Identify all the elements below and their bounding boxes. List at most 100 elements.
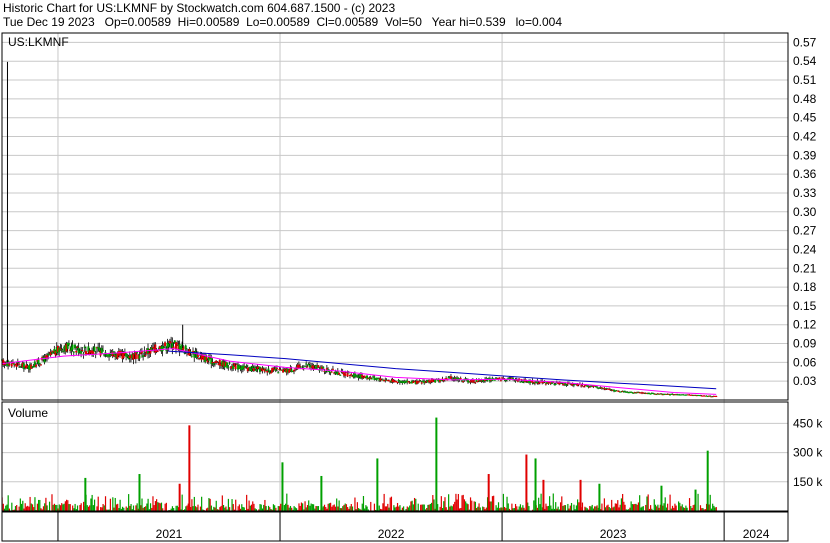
volume-bar — [210, 505, 212, 511]
volume-bar — [466, 503, 468, 511]
volume-bar — [639, 495, 641, 511]
volume-bar — [63, 503, 65, 511]
price-candle — [266, 370, 269, 373]
price-candle — [250, 369, 253, 372]
price-candle — [198, 357, 201, 359]
price-candle — [303, 365, 306, 367]
volume-bar — [309, 505, 311, 511]
volume-bar — [538, 497, 540, 511]
volume-bar — [194, 506, 197, 511]
price-candle — [80, 351, 83, 354]
volume-bar — [114, 497, 116, 511]
volume-bar — [89, 505, 91, 511]
volume-bar — [420, 504, 422, 511]
volume-bar — [83, 501, 85, 511]
volume-bar — [74, 503, 76, 511]
volume-bar — [407, 507, 410, 511]
volume-bar — [288, 507, 290, 511]
volume-bar — [366, 506, 368, 511]
price-candle — [356, 375, 359, 377]
volume-bar — [674, 503, 676, 511]
price-tick-label: 0.15 — [793, 299, 817, 313]
volume-bar — [246, 494, 248, 511]
volume-bar — [465, 501, 467, 511]
volume-bar — [90, 498, 92, 511]
volume-bar — [65, 499, 68, 511]
volume-bar — [522, 505, 524, 511]
volume-bar — [456, 499, 458, 511]
volume-bar — [165, 502, 167, 511]
volume-bar — [214, 507, 216, 511]
price-tick-label: 0.48 — [793, 92, 817, 106]
price-tick-label: 0.18 — [793, 280, 817, 294]
volume-bar — [310, 503, 312, 511]
volume-bar — [376, 458, 379, 511]
volume-bar — [497, 502, 500, 511]
volume-bar — [435, 417, 438, 511]
volume-bar — [500, 507, 502, 511]
volume-bar — [641, 506, 643, 511]
volume-bar — [461, 495, 463, 511]
volume-bar — [511, 503, 513, 511]
volume-bar — [467, 504, 469, 511]
volume-bar — [450, 505, 452, 511]
volume-bar — [415, 498, 417, 511]
price-candle — [407, 381, 410, 383]
price-candle — [519, 381, 522, 383]
volume-bar — [519, 504, 522, 511]
price-candle — [357, 376, 360, 379]
volume-bar — [308, 500, 310, 511]
volume-bar — [286, 493, 288, 511]
volume-bar — [125, 506, 127, 511]
volume-bar — [455, 493, 457, 511]
price-candle — [176, 342, 179, 344]
volume-bar — [84, 477, 87, 511]
price-candle — [267, 368, 270, 370]
volume-bar — [617, 500, 619, 511]
price-candle — [132, 353, 135, 360]
volume-bar — [570, 502, 573, 511]
price-candle — [144, 355, 147, 357]
volume-bar — [439, 506, 441, 511]
volume-bar — [547, 505, 550, 511]
price-candle — [101, 350, 104, 352]
price-candle — [93, 346, 96, 352]
volume-bar — [209, 498, 211, 511]
volume-panel-title: Volume — [8, 406, 48, 420]
volume-bar — [311, 504, 313, 511]
price-candle — [582, 386, 585, 388]
price-candle — [190, 355, 193, 357]
volume-bar — [69, 504, 71, 511]
volume-bar — [300, 502, 303, 511]
volume-bar — [227, 498, 230, 511]
price-candle — [50, 352, 53, 354]
volume-bar — [714, 507, 716, 511]
volume-bar — [630, 501, 632, 511]
volume-bar — [647, 494, 649, 511]
price-candle — [305, 363, 308, 365]
volume-bar — [48, 501, 51, 511]
volume-bar — [320, 475, 323, 511]
volume-bar — [277, 506, 279, 511]
volume-bar — [289, 505, 292, 511]
price-candle — [338, 372, 341, 375]
volume-bar — [188, 425, 191, 511]
volume-bar — [495, 505, 497, 511]
volume-bar — [121, 506, 124, 511]
price-marks — [1, 61, 718, 398]
volume-bar — [409, 505, 411, 511]
volume-bar — [663, 503, 665, 511]
volume-bar — [669, 494, 671, 511]
price-candle — [346, 373, 349, 377]
price-candle — [499, 380, 502, 382]
price-candle — [211, 361, 214, 364]
volume-bar — [345, 504, 348, 511]
volume-bar — [452, 504, 455, 511]
volume-bar — [422, 504, 424, 511]
price-candle — [233, 363, 236, 366]
price-candle — [251, 366, 254, 369]
volume-bar — [423, 504, 425, 511]
volume-bar — [631, 504, 633, 511]
volume-bar — [356, 502, 358, 511]
price-candle — [126, 355, 129, 357]
